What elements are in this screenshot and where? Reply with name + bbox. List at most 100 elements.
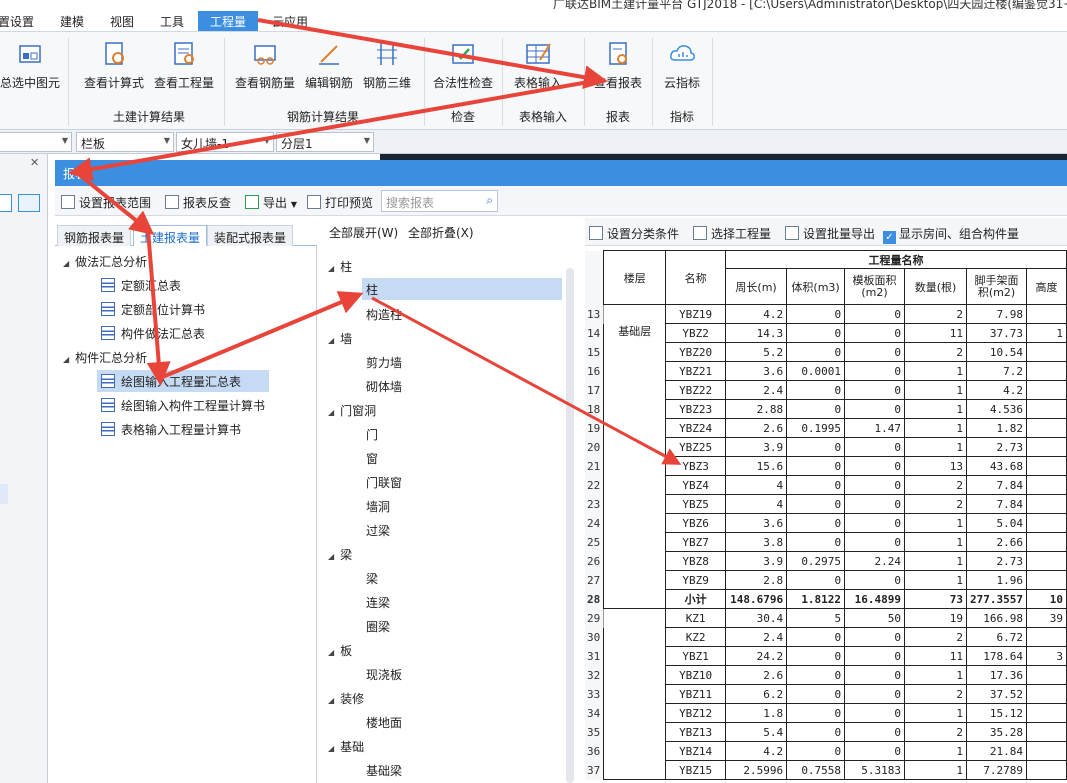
element-combo[interactable]: 女儿墙-1 ▼ (176, 132, 274, 152)
category-item[interactable]: 构造柱 (366, 306, 402, 323)
category-group[interactable]: ◢ 板 (328, 642, 352, 659)
category-group[interactable]: ◢ 基础 (328, 738, 364, 755)
category-item[interactable]: 基础梁 (366, 762, 402, 779)
edit-rebar-button[interactable]: 编辑钢筋 (302, 40, 356, 91)
reverse-check-button[interactable]: 报表反查 (165, 194, 231, 211)
view-quantity-button[interactable]: 查看工程量 (150, 40, 218, 91)
select-quantity-button[interactable]: 选择工程量 (693, 225, 771, 242)
value-cell: 0 (786, 532, 846, 552)
grid-view-icon[interactable] (18, 194, 40, 212)
category-item[interactable]: 过梁 (366, 522, 390, 539)
menu-view[interactable]: 视图 (110, 13, 134, 30)
collapse-all-button[interactable]: 全部折叠(X) (408, 224, 474, 241)
value-cell (1025, 361, 1067, 381)
view-formula-button[interactable]: 查看计算式 (80, 40, 148, 91)
table-input-button[interactable]: 表格输入 (510, 40, 566, 91)
category-item[interactable]: 圈梁 (366, 618, 390, 635)
category-group[interactable]: ◢ 梁 (328, 546, 352, 563)
category-item[interactable]: 门联窗 (366, 474, 402, 491)
export-button[interactable]: 导出 ▼ (245, 194, 297, 211)
category-item[interactable]: 窗 (366, 450, 378, 467)
category-item[interactable]: 门 (366, 426, 378, 443)
tab-prefab-report[interactable]: 装配式报表量 (207, 225, 294, 246)
report-doc-icon (101, 398, 115, 412)
menu-modeling[interactable]: 建模 (60, 13, 84, 30)
tree-item-table-quantity-book[interactable]: 表格输入工程量计算书 (101, 421, 241, 438)
view-rebar-button[interactable]: 查看钢筋量 (232, 40, 298, 91)
layer-combo[interactable]: 分层1 ▼ (276, 132, 374, 152)
tree-item-component-method-summary[interactable]: 构件做法汇总表 (101, 325, 205, 342)
category-item[interactable]: 连梁 (366, 594, 390, 611)
name-cell: YBZ14 (665, 741, 727, 761)
row-number: 24 (585, 513, 605, 533)
category-group[interactable]: ◢ 装修 (328, 690, 364, 707)
select-element-button[interactable]: 总选中图元 (0, 40, 62, 91)
reverse-check-icon (165, 195, 179, 209)
rebar-3d-icon (377, 43, 397, 65)
set-report-range-button[interactable]: 设置报表范围 (61, 194, 151, 211)
category-item[interactable]: 剪力墙 (366, 354, 402, 371)
value-cell (1025, 665, 1067, 685)
component-combo[interactable]: 栏板 ▼ (76, 132, 174, 152)
menu-cloud[interactable]: 云应用 (272, 13, 308, 30)
row-number: 26 (585, 551, 605, 571)
view-report-icon (609, 42, 627, 65)
tree-item-quota-part-book[interactable]: 定额部位计算书 (101, 301, 205, 318)
category-item[interactable]: 柱 (362, 278, 562, 300)
value-cell: 1 (904, 760, 967, 780)
value-cell: 2.4 (725, 380, 788, 400)
table-row[interactable]: 29 KZ1 30.4 5 50 19 166.98 39 (585, 608, 1067, 780)
tree-item-drawing-component-book[interactable]: 绘图输入构件工程量计算书 (101, 397, 265, 414)
table-row[interactable]: 13 基础层 YBZ19 4.2 0 0 2 7.98 (585, 304, 1067, 609)
cloud-index-button[interactable]: 云指标 (658, 40, 706, 91)
tab-civil-report[interactable]: 土建报表量 (133, 225, 208, 246)
menu-quantity[interactable]: 工程量 (198, 11, 259, 31)
category-item[interactable]: 砌体墙 (366, 378, 402, 395)
menu-settings[interactable]: 置设置 (0, 13, 34, 30)
type-combo[interactable]: ▼ (0, 132, 72, 152)
value-cell: 2.88 (725, 399, 788, 419)
category-group[interactable]: ◢ 门窗洞 (328, 402, 376, 419)
menu-tools[interactable]: 工具 (160, 13, 184, 30)
category-item[interactable]: 楼地面 (366, 714, 402, 731)
name-cell: YBZ9 (665, 570, 727, 590)
print-preview-button[interactable]: 打印预览 (307, 194, 373, 211)
value-cell: 2 (904, 304, 967, 324)
value-cell: 1 (1025, 323, 1067, 343)
edit-rebar-icon (319, 45, 339, 65)
category-item[interactable]: 现浇板 (366, 666, 402, 683)
value-cell: 0 (844, 456, 906, 476)
value-cell: 0 (844, 684, 906, 704)
set-condition-button[interactable]: 设置分类条件 (589, 225, 679, 242)
close-icon[interactable]: ✕ (30, 156, 39, 169)
value-cell: 1.82 (965, 418, 1027, 438)
category-item[interactable]: 梁 (366, 570, 378, 587)
tree-item-quota-summary[interactable]: 定额汇总表 (101, 277, 181, 294)
search-report-input[interactable]: 搜索报表 ⌕ (381, 190, 498, 212)
name-cell: YBZ24 (665, 418, 727, 438)
tree-item-drawing-quantity-summary[interactable]: 绘图输入工程量汇总表 (97, 370, 269, 392)
rebar-3d-button[interactable]: 钢筋三维 (360, 40, 414, 91)
category-group[interactable]: ◢ 墙 (328, 330, 352, 347)
value-cell: 0 (844, 342, 906, 362)
category-scrollbar[interactable] (566, 268, 574, 783)
expand-all-button[interactable]: 全部展开(W) (329, 224, 398, 241)
tree-group-component-summary[interactable]: ◢ 构件汇总分析 (63, 349, 147, 366)
tree-group-method-summary[interactable]: ◢ 做法汇总分析 (63, 253, 147, 270)
list-view-icon[interactable] (0, 194, 12, 212)
collapse-triangle-icon: ◢ (63, 355, 70, 364)
value-cell: 0.2975 (786, 551, 846, 571)
validity-check-button[interactable]: 合法性检查 (430, 40, 496, 91)
value-cell: 50 (844, 608, 906, 628)
view-report-button[interactable]: 查看报表 (590, 40, 646, 91)
category-item[interactable]: 墙洞 (366, 498, 390, 515)
checkmark-icon: ✓ (883, 231, 896, 244)
category-group[interactable]: ◢ 柱 (328, 258, 352, 275)
table-toolbar: 设置分类条件 选择工程量 设置批量导出 ✓ 显示房间、组合构件量 (585, 218, 1067, 246)
value-cell: 1 (904, 741, 967, 761)
show-rooms-checkbox[interactable]: ✓ 显示房间、组合构件量 (883, 225, 1019, 244)
tab-rebar-report[interactable]: 钢筋报表量 (57, 225, 132, 246)
value-cell: 1.8 (725, 703, 788, 723)
row-number: 30 (585, 627, 605, 647)
batch-export-button[interactable]: 设置批量导出 (785, 225, 875, 242)
